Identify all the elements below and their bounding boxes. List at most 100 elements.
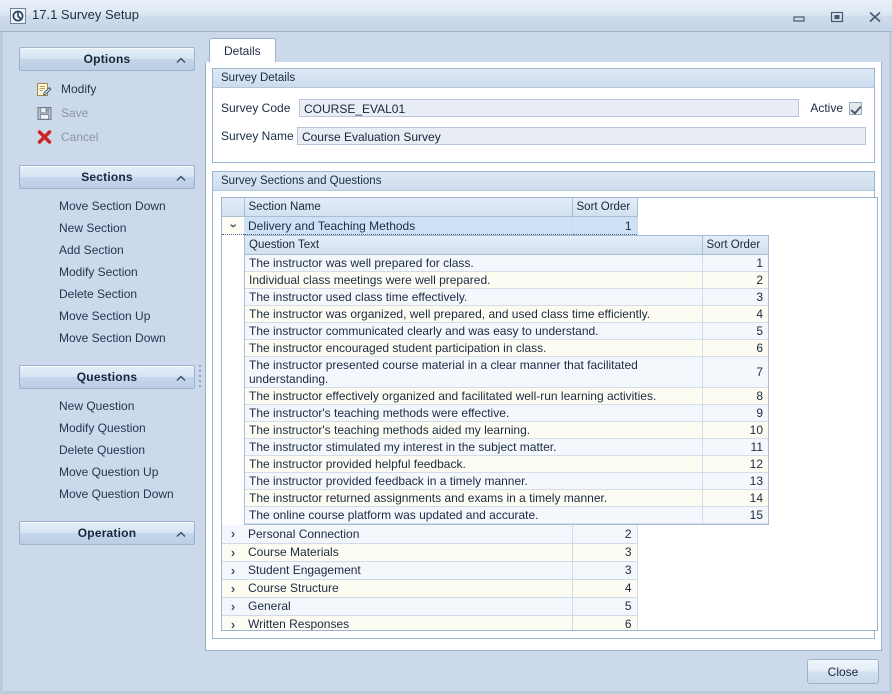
section-sort-order-cell[interactable]: 5 [572, 597, 637, 615]
question-row[interactable]: The instructor stimulated my interest in… [245, 439, 768, 456]
question-text-cell[interactable]: The instructor used class time effective… [245, 289, 702, 306]
question-text-cell[interactable]: The instructor presented course material… [245, 357, 702, 388]
section-row[interactable]: ›General5 [222, 597, 637, 615]
question-sort-order-cell[interactable]: 8 [702, 388, 768, 405]
question-sort-order-cell[interactable]: 13 [702, 473, 768, 490]
question-row[interactable]: The instructor's teaching methods aided … [245, 422, 768, 439]
question-text-cell[interactable]: The instructor stimulated my interest in… [245, 439, 702, 456]
chevron-right-icon[interactable]: › [222, 561, 244, 579]
chevron-right-icon[interactable]: › [222, 615, 244, 631]
question-row[interactable]: The instructor's teaching methods were e… [245, 405, 768, 422]
option-cancel[interactable]: Cancel [19, 125, 195, 149]
survey-name-input[interactable]: Course Evaluation Survey [297, 127, 866, 145]
section-name-cell[interactable]: Personal Connection [244, 525, 572, 543]
questions-header-question-text[interactable]: Question Text [245, 236, 702, 255]
chevron-right-icon[interactable]: › [222, 579, 244, 597]
question-row[interactable]: The instructor was organized, well prepa… [245, 306, 768, 323]
question-sort-order-cell[interactable]: 2 [702, 272, 768, 289]
question-row[interactable]: The instructor returned assignments and … [245, 490, 768, 507]
chevron-down-icon[interactable]: ⌄ [222, 217, 244, 235]
section-name-cell[interactable]: Course Structure [244, 579, 572, 597]
question-text-cell[interactable]: The instructor's teaching methods aided … [245, 422, 702, 439]
question-row[interactable]: The instructor used class time effective… [245, 289, 768, 306]
question-sort-order-cell[interactable]: 12 [702, 456, 768, 473]
active-checkbox[interactable] [849, 102, 862, 115]
close-icon[interactable] [864, 10, 886, 24]
section-name-cell[interactable]: Student Engagement [244, 561, 572, 579]
section-row[interactable]: ›Course Structure4 [222, 579, 637, 597]
sidebar-splitter[interactable] [197, 47, 205, 647]
question-text-cell[interactable]: The instructor provided helpful feedback… [245, 456, 702, 473]
question-sort-order-cell[interactable]: 6 [702, 340, 768, 357]
question-text-cell[interactable]: The instructor encouraged student partic… [245, 340, 702, 357]
question-text-cell[interactable]: The instructor's teaching methods were e… [245, 405, 702, 422]
chevron-right-icon[interactable]: › [222, 525, 244, 543]
section-name-cell[interactable]: General [244, 597, 572, 615]
chevron-right-icon[interactable]: › [222, 543, 244, 561]
sidebar-item-delete-section[interactable]: Delete Section [19, 283, 195, 305]
question-row[interactable]: The instructor encouraged student partic… [245, 340, 768, 357]
question-text-cell[interactable]: The online course platform was updated a… [245, 507, 702, 524]
sidebar-item-move-section-down[interactable]: Move Section Down [19, 327, 195, 349]
sidebar-item-new-question[interactable]: New Question [19, 395, 195, 417]
question-sort-order-cell[interactable]: 10 [702, 422, 768, 439]
restore-icon[interactable] [826, 10, 848, 24]
question-row[interactable]: The instructor presented course material… [245, 357, 768, 388]
minimize-icon[interactable] [788, 10, 810, 24]
section-row[interactable]: ›Student Engagement3 [222, 561, 637, 579]
panel-operation-header[interactable]: Operation [19, 521, 195, 545]
sidebar-item-new-section[interactable]: New Section [19, 217, 195, 239]
sidebar-item-move-question-down[interactable]: Move Question Down [19, 483, 195, 505]
section-name-cell[interactable]: Written Responses [244, 615, 572, 631]
question-sort-order-cell[interactable]: 5 [702, 323, 768, 340]
close-button[interactable]: Close [807, 659, 879, 684]
question-text-cell[interactable]: The instructor provided feedback in a ti… [245, 473, 702, 490]
section-row[interactable]: ›Personal Connection2 [222, 525, 637, 543]
sidebar-item-move-section-up[interactable]: Move Section Up [19, 305, 195, 327]
tab-details[interactable]: Details [209, 38, 276, 63]
question-text-cell[interactable]: The instructor effectively organized and… [245, 388, 702, 405]
question-row[interactable]: The instructor effectively organized and… [245, 388, 768, 405]
sidebar-item-move-section-down-top[interactable]: Move Section Down [19, 195, 195, 217]
question-row[interactable]: The instructor provided helpful feedback… [245, 456, 768, 473]
question-row[interactable]: Individual class meetings were well prep… [245, 272, 768, 289]
section-name-cell[interactable]: Course Materials [244, 543, 572, 561]
question-row[interactable]: The instructor communicated clearly and … [245, 323, 768, 340]
panel-sections-header[interactable]: Sections [19, 165, 195, 189]
question-text-cell[interactable]: The instructor was organized, well prepa… [245, 306, 702, 323]
question-text-cell[interactable]: The instructor was well prepared for cla… [245, 255, 702, 272]
question-sort-order-cell[interactable]: 14 [702, 490, 768, 507]
question-text-cell[interactable]: Individual class meetings were well prep… [245, 272, 702, 289]
question-sort-order-cell[interactable]: 9 [702, 405, 768, 422]
panel-questions-header[interactable]: Questions [19, 365, 195, 389]
section-row[interactable]: ⌄Delivery and Teaching Methods1 [222, 217, 637, 235]
sections-header-sort-order[interactable]: Sort Order [572, 198, 637, 217]
question-row[interactable]: The online course platform was updated a… [245, 507, 768, 524]
panel-options-header[interactable]: Options [19, 47, 195, 71]
section-sort-order-cell[interactable]: 2 [572, 525, 637, 543]
section-row[interactable]: ›Written Responses6 [222, 615, 637, 631]
question-sort-order-cell[interactable]: 15 [702, 507, 768, 524]
question-text-cell[interactable]: The instructor communicated clearly and … [245, 323, 702, 340]
question-sort-order-cell[interactable]: 7 [702, 357, 768, 388]
question-sort-order-cell[interactable]: 4 [702, 306, 768, 323]
question-sort-order-cell[interactable]: 11 [702, 439, 768, 456]
question-row[interactable]: The instructor was well prepared for cla… [245, 255, 768, 272]
section-sort-order-cell[interactable]: 3 [572, 561, 637, 579]
option-save[interactable]: Save [19, 101, 195, 125]
questions-header-sort-order[interactable]: Sort Order [702, 236, 768, 255]
option-modify[interactable]: Modify [19, 77, 195, 101]
sidebar-item-modify-section[interactable]: Modify Section [19, 261, 195, 283]
section-sort-order-cell[interactable]: 6 [572, 615, 637, 631]
sidebar-item-move-question-up[interactable]: Move Question Up [19, 461, 195, 483]
question-sort-order-cell[interactable]: 1 [702, 255, 768, 272]
questions-grid-container[interactable]: Question TextSort OrderThe instructor wa… [244, 235, 769, 525]
section-sort-order-cell[interactable]: 3 [572, 543, 637, 561]
question-row[interactable]: The instructor provided feedback in a ti… [245, 473, 768, 490]
sidebar-item-modify-question[interactable]: Modify Question [19, 417, 195, 439]
section-sort-order-cell[interactable]: 4 [572, 579, 637, 597]
question-sort-order-cell[interactable]: 3 [702, 289, 768, 306]
section-sort-order-cell[interactable]: 1 [572, 217, 637, 235]
sidebar-item-delete-question[interactable]: Delete Question [19, 439, 195, 461]
section-name-cell[interactable]: Delivery and Teaching Methods [244, 217, 572, 235]
